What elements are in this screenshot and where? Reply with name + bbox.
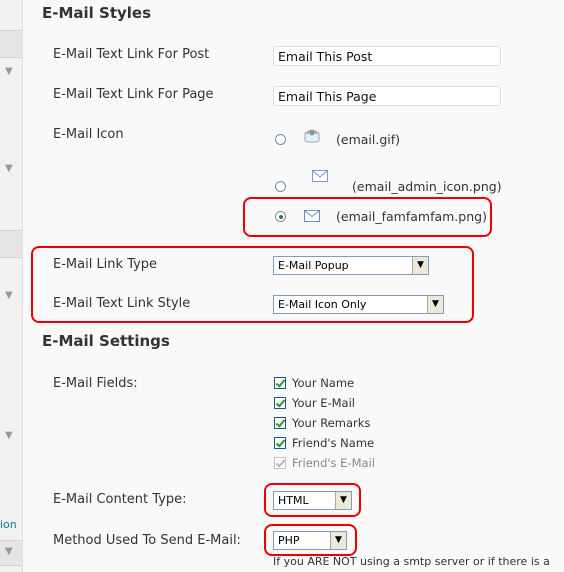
checkbox-your-name[interactable] — [274, 377, 286, 389]
icon-option-label: (email_admin_icon.png) — [352, 179, 502, 194]
admin-sidebar: ▼ ▼ ▼ ▼ ion ▼ — [0, 0, 23, 572]
highlight-box — [264, 524, 357, 556]
collapse-arrow-icon[interactable]: ▼ — [5, 163, 13, 174]
checkbox-label: Friend's E-Mail — [292, 456, 375, 470]
highlight-box — [31, 246, 474, 323]
checkbox-label: Your Name — [292, 376, 355, 390]
checkbox-label: Friend's Name — [292, 436, 375, 450]
highlight-box — [243, 197, 492, 237]
email-styles-heading: E-Mail Styles — [42, 4, 152, 22]
icon-radio-email-gif[interactable] — [275, 134, 286, 145]
checkbox-label: Your E-Mail — [292, 396, 355, 410]
collapse-arrow-icon[interactable]: ▼ — [5, 546, 13, 557]
envelope-admin-icon — [312, 167, 328, 186]
email-settings-heading: E-Mail Settings — [42, 332, 170, 350]
checkbox-label: Your Remarks — [292, 416, 371, 430]
email-fields-label: E-Mail Fields: — [53, 376, 138, 391]
post-link-label: E-Mail Text Link For Post — [53, 47, 210, 62]
send-method-label: Method Used To Send E-Mail: — [53, 533, 241, 548]
email-gif-icon — [304, 128, 320, 148]
page-link-label: E-Mail Text Link For Page — [53, 87, 214, 102]
collapse-arrow-icon[interactable]: ▼ — [5, 430, 13, 441]
collapse-arrow-icon[interactable]: ▼ — [5, 66, 13, 77]
sidebar-item[interactable] — [0, 30, 22, 58]
sidebar-link-fragment[interactable]: ion — [0, 518, 17, 531]
icon-radio-email-admin[interactable] — [275, 181, 286, 192]
page-link-input[interactable]: Email This Page — [273, 86, 501, 106]
checkbox-friends-email — [274, 457, 286, 469]
checkbox-your-remarks[interactable] — [274, 417, 286, 429]
send-method-note: If you ARE NOT using a smtp server or if… — [273, 555, 550, 568]
sidebar-item[interactable] — [0, 230, 22, 258]
checkbox-your-email[interactable] — [274, 397, 286, 409]
post-link-input[interactable]: Email This Post — [273, 46, 501, 66]
highlight-box — [264, 483, 361, 517]
icon-option-label: (email.gif) — [336, 132, 401, 147]
content-type-label: E-Mail Content Type: — [53, 492, 187, 507]
checkbox-friends-name[interactable] — [274, 437, 286, 449]
collapse-arrow-icon[interactable]: ▼ — [5, 290, 13, 301]
email-icon-label: E-Mail Icon — [53, 127, 124, 142]
